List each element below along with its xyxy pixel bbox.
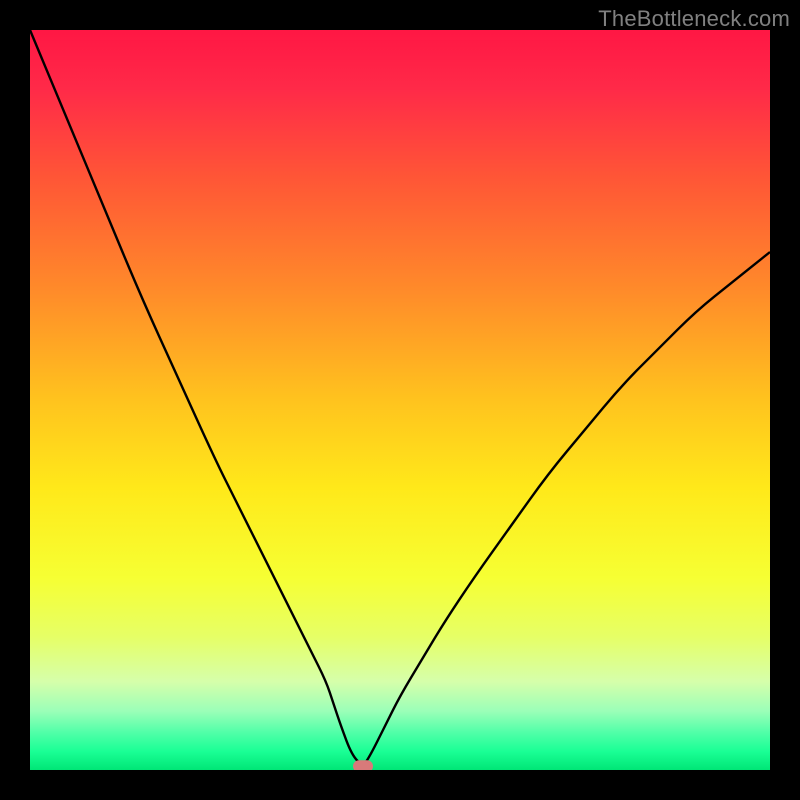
plot-background	[30, 30, 770, 770]
watermark-text: TheBottleneck.com	[598, 6, 790, 32]
plot-area	[15, 15, 785, 785]
bottleneck-chart	[0, 0, 800, 800]
chart-container: TheBottleneck.com	[0, 0, 800, 800]
